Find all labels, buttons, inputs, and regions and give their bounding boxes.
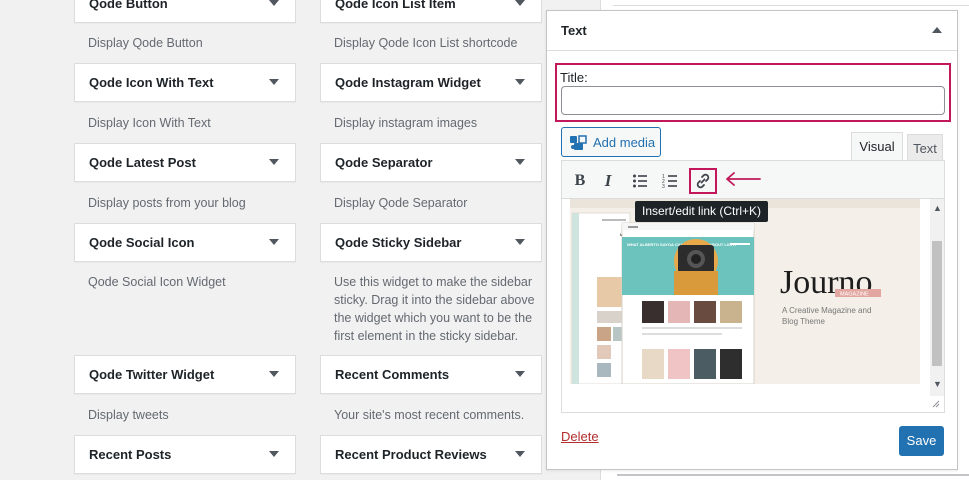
editor-content[interactable]: WHAT ALBERTO SAYOA CAN TEACH YOU ABOUT L… bbox=[562, 199, 944, 396]
widget-name: Qode Icon List Item bbox=[335, 0, 456, 11]
insert-link-button[interactable] bbox=[689, 168, 717, 194]
widget-description: Display Qode Button bbox=[88, 36, 203, 50]
widget-name: Qode Latest Post bbox=[89, 155, 196, 170]
left-widget-3[interactable]: Qode Social Icon bbox=[74, 223, 296, 262]
widget-name: Recent Comments bbox=[335, 367, 450, 382]
divider bbox=[617, 474, 969, 476]
chevron-down-icon[interactable] bbox=[515, 79, 525, 85]
chevron-down-icon[interactable] bbox=[515, 0, 525, 6]
left-widget-0[interactable]: Qode Button bbox=[74, 0, 296, 23]
chevron-down-icon[interactable] bbox=[269, 371, 279, 377]
delete-link[interactable]: Delete bbox=[561, 429, 599, 444]
resize-grip-icon[interactable] bbox=[931, 399, 940, 408]
chevron-down-icon[interactable] bbox=[269, 451, 279, 457]
widget-description: Display Qode Icon List shortcode bbox=[334, 36, 518, 50]
text-widget-panel: Text Title: Add media Visual Text B I 1 … bbox=[546, 10, 958, 470]
widget-name: Qode Sticky Sidebar bbox=[335, 235, 462, 250]
add-media-label: Add media bbox=[593, 135, 656, 150]
right-widget-5[interactable]: Recent Product Reviews bbox=[320, 435, 542, 474]
link-tooltip: Insert/edit link (Ctrl+K) bbox=[635, 201, 769, 222]
chevron-down-icon[interactable] bbox=[515, 371, 525, 377]
left-widget-5[interactable]: Recent Posts bbox=[74, 435, 296, 474]
widget-name: Qode Button bbox=[89, 0, 168, 11]
widget-name: Qode Instagram Widget bbox=[335, 75, 481, 90]
right-widget-3[interactable]: Qode Sticky Sidebar bbox=[320, 223, 542, 262]
preview-badge: MAGAZINE bbox=[840, 292, 869, 298]
left-widget-4[interactable]: Qode Twitter Widget bbox=[74, 355, 296, 394]
title-label: Title: bbox=[560, 70, 588, 85]
link-icon bbox=[696, 173, 710, 189]
panel-title: Text bbox=[561, 23, 587, 38]
annotation-arrow-icon bbox=[726, 172, 761, 186]
add-media-button[interactable]: Add media bbox=[561, 127, 661, 157]
numbered-list-button[interactable]: 1 2 3 bbox=[658, 169, 682, 193]
chevron-down-icon[interactable] bbox=[269, 159, 279, 165]
widget-description: Display Icon With Text bbox=[88, 116, 211, 130]
preview-tagline-2: Blog Theme bbox=[782, 317, 826, 326]
editor: B I 1 2 3 WHAT ALBERTO SAYOA CAN ABOUT J… bbox=[561, 160, 945, 413]
chevron-up-icon[interactable] bbox=[932, 27, 942, 33]
media-icon bbox=[570, 135, 587, 150]
scroll-up-icon[interactable]: ▲ bbox=[933, 203, 942, 213]
chevron-down-icon[interactable] bbox=[515, 239, 525, 245]
widget-description: Display posts from your blog bbox=[88, 196, 246, 210]
scrollbar-thumb[interactable] bbox=[932, 241, 942, 366]
widget-name: Qode Icon With Text bbox=[89, 75, 214, 90]
widget-description: Display instagram images bbox=[334, 116, 478, 130]
left-widget-2[interactable]: Qode Latest Post bbox=[74, 143, 296, 182]
left-widget-1[interactable]: Qode Icon With Text bbox=[74, 63, 296, 102]
widget-name: Recent Posts bbox=[89, 447, 172, 462]
bullet-list-icon bbox=[633, 174, 647, 188]
right-widget-2[interactable]: Qode Separator bbox=[320, 143, 542, 182]
widget-description: Display tweets bbox=[88, 408, 169, 422]
theme-preview-image: WHAT ALBERTO SAYOA CAN TEACH YOU ABOUT L… bbox=[570, 199, 920, 384]
chevron-down-icon[interactable] bbox=[515, 159, 525, 165]
widget-description: Qode Social Icon Widget bbox=[88, 275, 226, 289]
widget-name: Qode Twitter Widget bbox=[89, 367, 215, 382]
bold-button[interactable]: B bbox=[568, 169, 592, 193]
chevron-down-icon[interactable] bbox=[269, 239, 279, 245]
svg-text:3: 3 bbox=[662, 184, 665, 189]
chevron-down-icon[interactable] bbox=[515, 451, 525, 457]
widget-description: Use this widget to make the sidebar stic… bbox=[334, 275, 535, 343]
preview-tagline-1: A Creative Magazine and bbox=[782, 306, 871, 315]
widget-description: Display Qode Separator bbox=[334, 196, 468, 210]
tab-visual[interactable]: Visual bbox=[851, 132, 903, 161]
divider bbox=[613, 5, 969, 6]
widget-name: Qode Separator bbox=[335, 155, 433, 170]
right-widget-1[interactable]: Qode Instagram Widget bbox=[320, 63, 542, 102]
widget-description: Your site's most recent comments. bbox=[334, 408, 525, 422]
chevron-down-icon[interactable] bbox=[269, 0, 279, 6]
numbered-list-icon: 1 2 3 bbox=[662, 174, 677, 190]
save-button[interactable]: Save bbox=[899, 426, 944, 456]
chevron-down-icon[interactable] bbox=[269, 79, 279, 85]
bullet-list-button[interactable] bbox=[628, 169, 652, 193]
scroll-down-icon[interactable]: ▼ bbox=[933, 379, 942, 389]
widget-name: Recent Product Reviews bbox=[335, 447, 487, 462]
right-widget-0[interactable]: Qode Icon List Item bbox=[320, 0, 542, 23]
title-input[interactable] bbox=[561, 86, 945, 115]
widget-name: Qode Social Icon bbox=[89, 235, 195, 250]
italic-button[interactable]: I bbox=[596, 169, 620, 193]
right-widget-4[interactable]: Recent Comments bbox=[320, 355, 542, 394]
scrollbar[interactable]: ▲ ▼ bbox=[930, 199, 944, 396]
panel-header[interactable]: Text bbox=[547, 11, 957, 51]
tab-text[interactable]: Text bbox=[907, 134, 943, 161]
